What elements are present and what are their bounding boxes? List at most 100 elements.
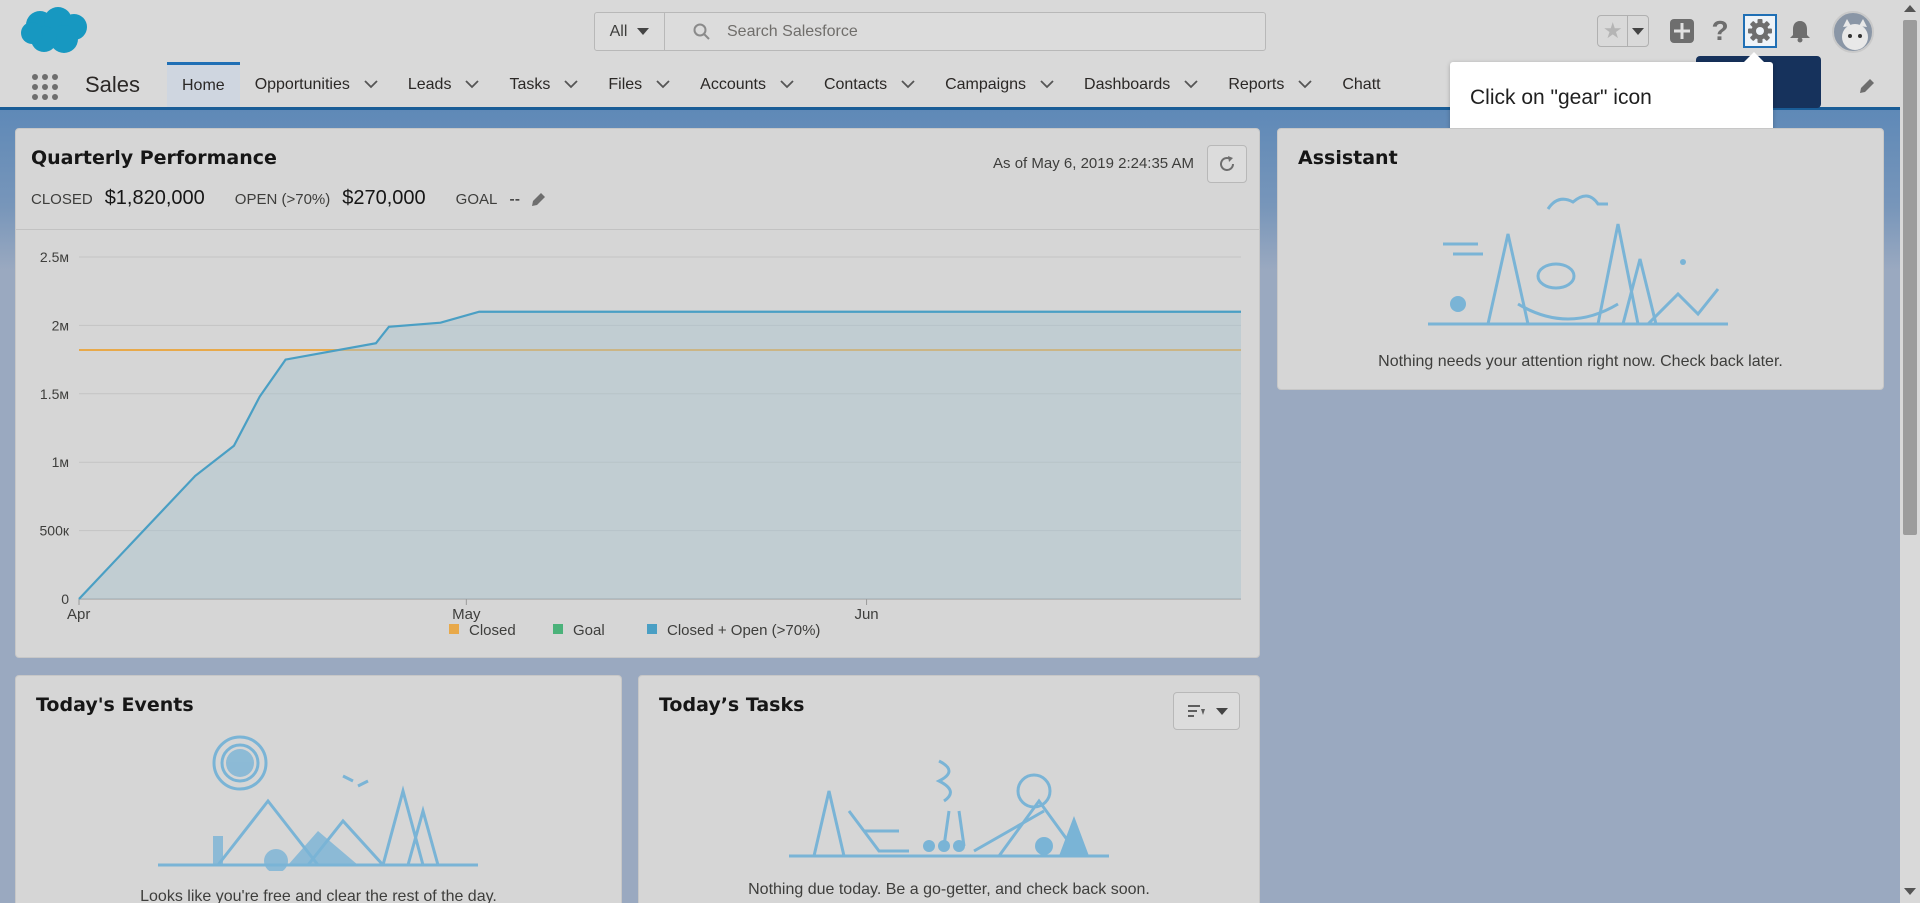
camping-hammock-illustration: [1428, 194, 1728, 326]
search-scope-dropdown[interactable]: All: [595, 13, 665, 50]
campfire-illustration: [789, 759, 1109, 858]
nav-tab-leads[interactable]: Leads: [393, 62, 495, 107]
y-tick-label: 1.5м: [40, 386, 69, 402]
sort-list-icon: [1187, 705, 1205, 717]
tasks-view-dropdown[interactable]: [1173, 692, 1240, 730]
caret-down-icon: [637, 28, 650, 35]
edit-nav-pencil-icon[interactable]: [1857, 76, 1877, 96]
card-title: Today's Events: [36, 694, 194, 716]
global-search: All: [594, 12, 1266, 51]
legend-swatch: [553, 624, 563, 634]
favorite-star-icon[interactable]: ★: [1598, 16, 1627, 46]
x-tick-label: Jun: [854, 606, 878, 623]
quarterly-performance-chart: 0 500к 1м 1.5м 2м 2.5м Apr May Jun Closed Goal Clos…: [40, 249, 1241, 639]
setup-button[interactable]: [1743, 14, 1777, 48]
favorites-group: ★: [1597, 15, 1649, 47]
nav-tab-label: Accounts: [700, 75, 766, 93]
goal-value: --: [509, 191, 521, 208]
todays-tasks-card: Today’s Tasks Nothing due today. Be a go…: [638, 675, 1260, 903]
tooltip-text: Click on "gear" icon: [1470, 86, 1652, 109]
gear-icon: [1748, 19, 1772, 43]
global-actions-button[interactable]: [1667, 16, 1697, 46]
search-icon: [693, 23, 710, 40]
open-value: $270,000: [342, 187, 426, 209]
scrollbar-thumb[interactable]: [1903, 20, 1917, 535]
legend-swatch: [449, 624, 459, 634]
edit-goal-pencil-icon[interactable]: [530, 190, 548, 208]
help-button[interactable]: ?: [1705, 15, 1735, 46]
x-tick-label: May: [452, 606, 481, 623]
chevron-down-icon[interactable]: [1040, 80, 1054, 89]
add-icon: [1670, 19, 1694, 43]
performance-metrics: CLOSED $1,820,000 OPEN (>70%) $270,000 G…: [31, 187, 548, 210]
search-scope-label: All: [609, 22, 628, 40]
salesforce-logo[interactable]: [18, 5, 92, 57]
astro-avatar-icon: [1842, 19, 1868, 50]
nav-tab-label: Reports: [1228, 75, 1285, 93]
app-launcher-icon[interactable]: [30, 72, 60, 102]
card-title: Assistant: [1298, 147, 1398, 169]
nav-tab-label: Tasks: [509, 75, 551, 93]
nav-tab-opportunities[interactable]: Opportunities: [240, 62, 393, 107]
chevron-down-icon[interactable]: [901, 80, 915, 89]
chevron-down-icon[interactable]: [1298, 80, 1312, 89]
nav-tab-label: Contacts: [823, 75, 888, 93]
nav-tab-label: Chatt: [1342, 75, 1381, 93]
scroll-down-arrow-icon[interactable]: [1904, 888, 1916, 895]
nav-tab-label: Campaigns: [945, 75, 1027, 93]
open-label: OPEN (>70%): [234, 191, 331, 208]
search-input[interactable]: [727, 22, 1227, 41]
y-tick-label: 500к: [40, 523, 70, 539]
nav-tab-campaigns[interactable]: Campaigns: [930, 62, 1069, 107]
camping-tent-illustration: [158, 735, 478, 871]
chevron-down-icon[interactable]: [564, 80, 578, 89]
legend-label: Closed: [469, 622, 516, 639]
scroll-up-arrow-icon[interactable]: [1904, 5, 1916, 12]
help-icon: ?: [1711, 15, 1729, 46]
favorites-dropdown-button[interactable]: [1627, 16, 1648, 46]
events-message: Looks like you're free and clear the res…: [140, 888, 497, 903]
chevron-down-icon[interactable]: [465, 80, 480, 89]
refresh-button[interactable]: [1207, 145, 1247, 183]
nav-tabs: Home Opportunities Leads Tasks Files Accounts…: [167, 62, 1396, 107]
chevron-down-icon[interactable]: [656, 80, 670, 89]
nav-tab-home[interactable]: Home: [167, 62, 240, 107]
caret-down-icon: [1632, 27, 1645, 35]
nav-tab-label: Leads: [407, 75, 452, 93]
caret-down-icon: [1215, 707, 1228, 715]
nav-tab-accounts[interactable]: Accounts: [685, 62, 809, 107]
y-tick-label: 2.5м: [40, 249, 69, 265]
card-title: Quarterly Performance: [31, 147, 277, 169]
chevron-down-icon[interactable]: [780, 80, 794, 89]
tasks-message: Nothing due today. Be a go-getter, and c…: [748, 881, 1150, 898]
chevron-down-icon[interactable]: [1184, 80, 1198, 89]
as-of-timestamp: As of May 6, 2019 2:24:35 AM: [993, 155, 1194, 172]
legend-swatch: [647, 624, 657, 634]
refresh-icon: [1220, 156, 1234, 171]
app-name: Sales: [85, 72, 141, 97]
nav-tab-contacts[interactable]: Contacts: [809, 62, 930, 107]
quarterly-performance-card: Quarterly Performance As of May 6, 2019 …: [15, 128, 1260, 658]
y-tick-label: 1м: [52, 454, 69, 470]
nav-tab-tasks[interactable]: Tasks: [494, 62, 593, 107]
notifications-button[interactable]: [1785, 16, 1815, 46]
legend-label: Closed + Open (>70%): [667, 622, 820, 639]
chevron-down-icon[interactable]: [364, 80, 378, 89]
closed-value: $1,820,000: [104, 187, 205, 209]
series-area-closed-plus-open: [79, 311, 1241, 599]
legend-label: Goal: [573, 622, 605, 639]
nav-tab-label: Home: [182, 77, 225, 94]
global-header: All ★ ?: [0, 0, 1900, 62]
nav-tab-label: Dashboards: [1084, 75, 1171, 93]
user-avatar[interactable]: [1832, 11, 1874, 53]
nav-tab-files[interactable]: Files: [593, 62, 685, 107]
goal-label: GOAL: [455, 191, 498, 208]
closed-label: CLOSED: [31, 191, 93, 208]
nav-tab-label: Files: [608, 75, 643, 93]
nav-tab-reports[interactable]: Reports: [1213, 62, 1327, 107]
bell-icon: [1790, 21, 1810, 43]
nav-tab-label: Opportunities: [254, 75, 350, 93]
nav-tab-chatt[interactable]: Chatt: [1327, 62, 1395, 107]
nav-tab-dashboards[interactable]: Dashboards: [1069, 62, 1213, 107]
y-tick-label: 0: [61, 591, 69, 607]
